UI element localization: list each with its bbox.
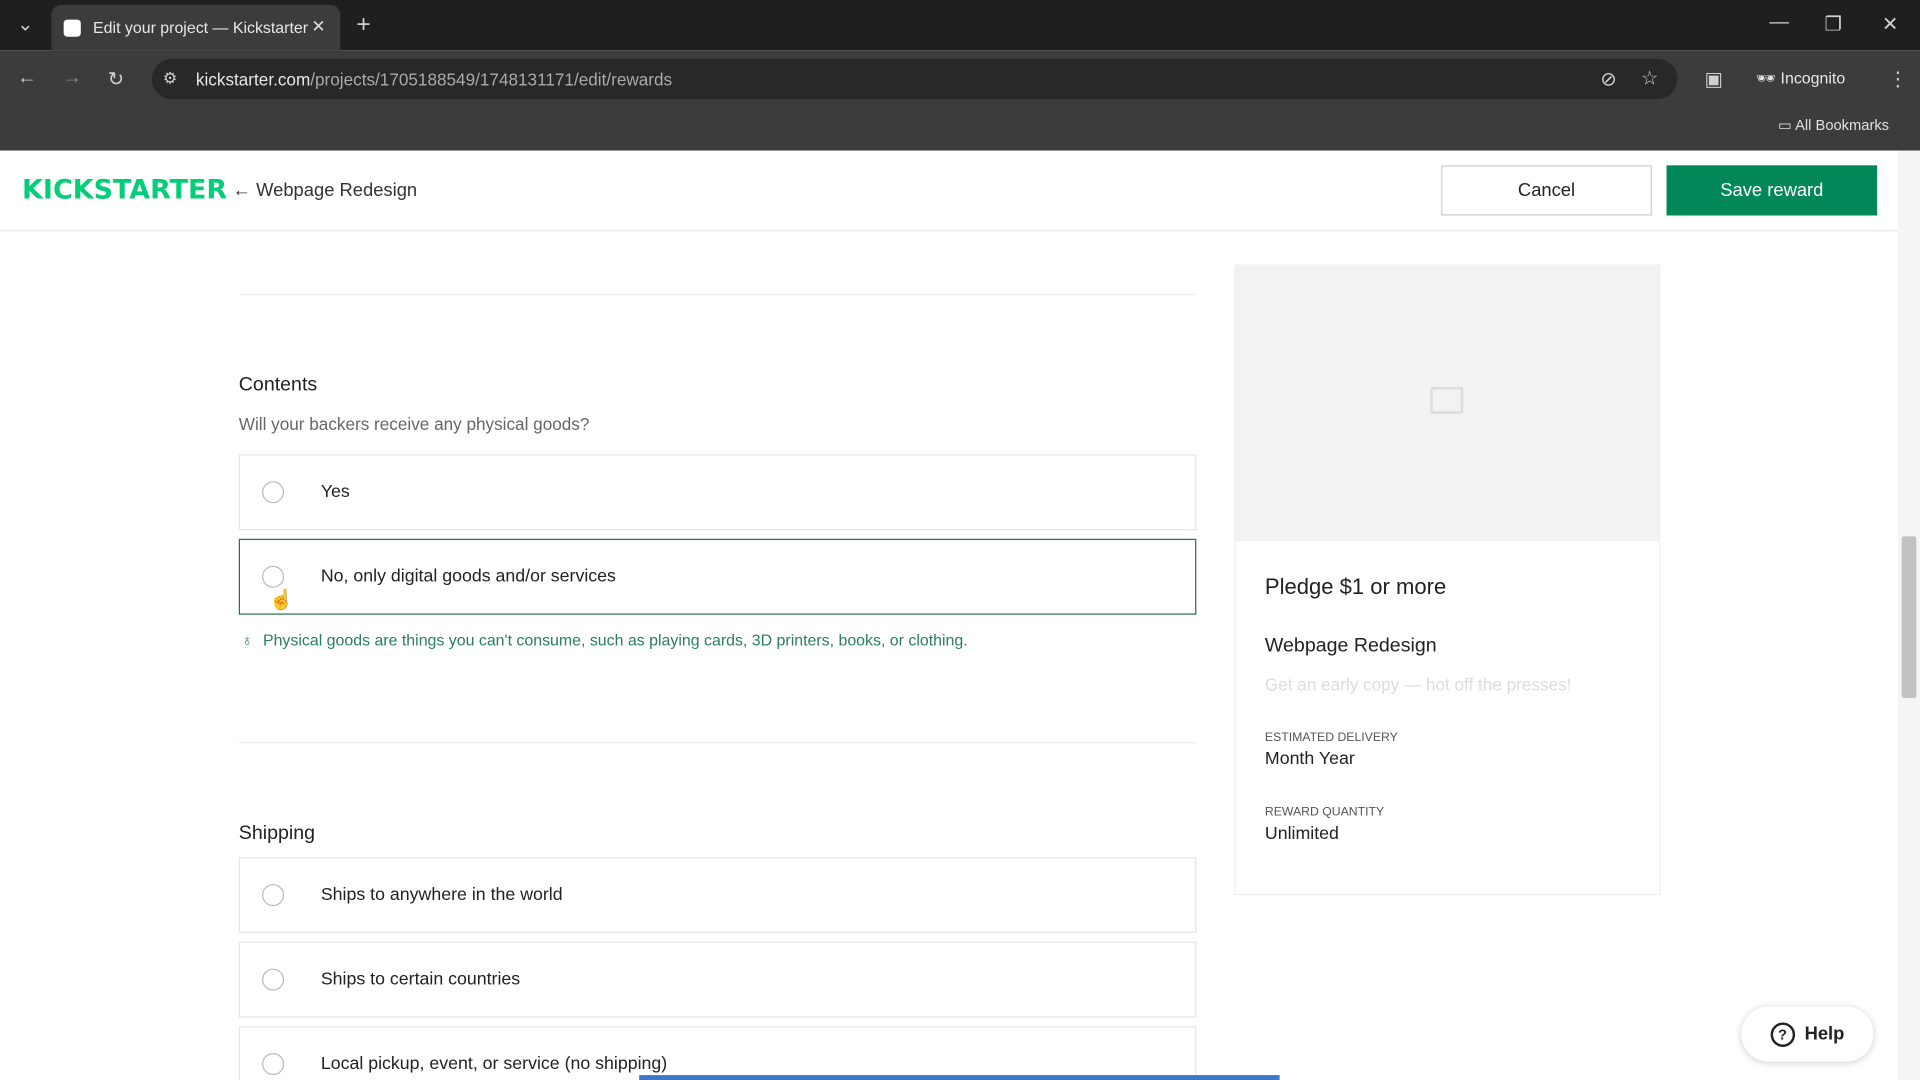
browser-tab[interactable]: Edit your project — Kickstarter ✕ <box>51 4 341 51</box>
physical-goods-tip: ♁ Physical goods are things you can't con… <box>241 631 967 649</box>
delivery-value: Month Year <box>1264 749 1355 769</box>
kickstarter-logo[interactable]: KICKSTARTER <box>22 175 227 206</box>
new-tab-icon[interactable]: + <box>356 11 370 39</box>
back-to-project-link[interactable]: ← Webpage Redesign <box>233 180 417 201</box>
radio-button[interactable] <box>262 884 285 907</box>
bottom-overlay-bar <box>639 1075 1280 1080</box>
option-local-pickup[interactable]: Local pickup, event, or service (no ship… <box>238 1026 1197 1080</box>
folder-icon: ▭ <box>1777 116 1796 134</box>
reward-title: Webpage Redesign <box>1264 635 1437 657</box>
site-info-icon[interactable]: ⚙ <box>163 69 177 89</box>
incognito-icon: 🕶 <box>1755 68 1781 87</box>
back-icon[interactable]: ← <box>17 67 37 89</box>
delivery-label: Estimated delivery <box>1264 731 1398 745</box>
minimize-icon[interactable]: — <box>1769 12 1789 34</box>
lightbulb-icon: ♁ <box>241 630 254 649</box>
cancel-button[interactable]: Cancel <box>1441 165 1652 216</box>
incognito-label: Incognito <box>1780 68 1846 87</box>
quantity-label: Reward quantity <box>1264 805 1385 820</box>
help-label: Help <box>1804 1023 1845 1045</box>
side-panel-icon[interactable]: ▣ <box>1704 67 1723 91</box>
option-label: Ships to certain countries <box>320 969 521 990</box>
radio-button[interactable] <box>262 481 285 504</box>
menu-icon[interactable]: ⋮ <box>1888 67 1908 91</box>
bookmarks-label: All Bookmarks <box>1795 116 1890 134</box>
close-window-icon[interactable]: ✕ <box>1882 12 1898 36</box>
incognito-badge[interactable]: 🕶 Incognito <box>1756 69 1845 89</box>
reward-description: Get an early copy — hot off the presses! <box>1264 674 1572 695</box>
shipping-title: Shipping <box>238 822 316 844</box>
tab-list-icon[interactable]: ⌄ <box>17 12 33 36</box>
url-host: kickstarter.com <box>195 69 311 89</box>
tip-text: Physical goods are things you can't cons… <box>262 630 968 649</box>
radio-button[interactable] <box>262 1053 285 1076</box>
radio-button[interactable] <box>262 565 285 588</box>
option-ships-anywhere[interactable]: Ships to anywhere in the world <box>238 857 1197 934</box>
option-label: No, only digital goods and/or services <box>320 566 616 587</box>
option-ships-certain-countries[interactable]: Ships to certain countries <box>238 941 1197 1018</box>
option-label: Ships to anywhere in the world <box>320 885 563 905</box>
favicon-icon <box>63 18 81 37</box>
option-label: Local pickup, event, or service (no ship… <box>320 1054 668 1074</box>
all-bookmarks[interactable]: ▭ All Bookmarks <box>1778 116 1889 133</box>
address-bar[interactable]: kickstarter.com/projects/1705188549/1748… <box>151 58 1678 100</box>
close-tab-icon[interactable]: ✕ <box>311 16 325 37</box>
option-yes[interactable]: Yes <box>238 454 1197 531</box>
star-icon[interactable]: ☆ <box>1641 66 1659 90</box>
option-label: Yes <box>320 482 350 503</box>
quantity-value: Unlimited <box>1264 824 1339 844</box>
tab-title: Edit your project — Kickstarter <box>93 18 309 37</box>
scrollbar-thumb[interactable] <box>1901 536 1917 698</box>
radio-button[interactable] <box>262 968 285 991</box>
option-digital-only[interactable]: No, only digital goods and/or services <box>238 538 1197 615</box>
contents-title: Contents <box>238 374 318 396</box>
mouse-cursor-icon: ☝ <box>269 590 294 612</box>
divider <box>238 293 1197 296</box>
image-icon <box>1430 386 1464 414</box>
help-icon: ? <box>1770 1021 1795 1047</box>
divider <box>238 742 1197 744</box>
save-reward-button[interactable]: Save reward <box>1666 165 1878 216</box>
help-button[interactable]: ? Help <box>1741 1006 1874 1062</box>
contents-question: Will your backers receive any physical g… <box>238 413 590 434</box>
url-path: /projects/1705188549/1748131171/edit/rew… <box>310 69 673 89</box>
eye-off-icon[interactable]: ⊘ <box>1600 67 1616 91</box>
restore-icon[interactable]: ❐ <box>1824 12 1842 36</box>
forward-icon[interactable]: → <box>62 67 82 89</box>
pledge-amount: Pledge $1 or more <box>1264 574 1447 599</box>
reload-icon[interactable]: ↻ <box>108 67 124 91</box>
